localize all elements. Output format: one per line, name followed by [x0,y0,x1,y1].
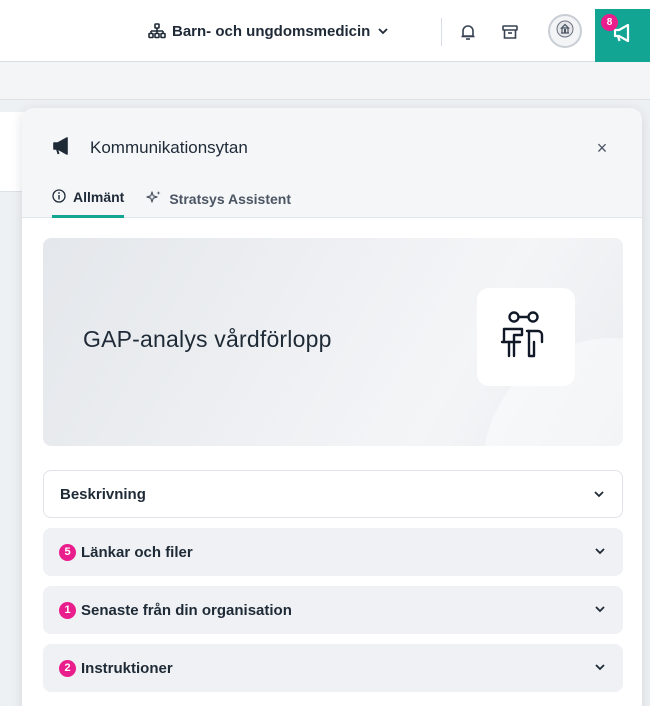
section-label: Beskrivning [60,485,146,503]
hero-icon-box [477,288,575,386]
archive-button[interactable] [500,22,520,42]
panel-header: Kommunikationsytan × Allmänt Stratsys As… [22,108,642,218]
presentation-icon [500,309,552,366]
section-instruktioner[interactable]: 2 Instruktioner [43,644,623,692]
chevron-down-icon [376,24,390,38]
section-beskrivning[interactable]: Beskrivning [43,470,623,518]
section-count-badge: 2 [59,659,76,677]
section-label: Senaste från din organisation [81,601,292,619]
org-tree-icon [148,23,166,39]
sub-toolbar [0,62,650,100]
chevron-down-icon [593,660,607,678]
org-selector-label: Barn- och ungdomsmedicin [172,22,371,40]
notifications-button[interactable] [458,22,478,42]
info-icon [52,188,66,206]
section-senaste-fran-din-organisation[interactable]: 1 Senaste från din organisation [43,586,623,634]
organization-logo-icon [555,19,575,44]
top-bar: Barn- och ungdomsmedicin 8 [0,0,650,62]
chevron-down-icon [593,602,607,620]
section-label: Länkar och filer [81,543,193,561]
notification-count-badge: 8 [601,14,618,31]
user-avatar[interactable] [548,14,582,48]
chevron-down-icon [593,544,607,562]
hero-banner: GAP-analys vårdförlopp [43,238,623,446]
panel-tabs: Allmänt Stratsys Assistent [52,188,291,218]
tab-stratsys-assistent[interactable]: Stratsys Assistent [146,188,291,218]
panel-title-row: Kommunikationsytan [52,134,248,162]
panel-title: Kommunikationsytan [90,138,248,157]
section-count-badge: 5 [59,543,76,561]
tab-allmant[interactable]: Allmänt [52,188,125,218]
megaphone-icon [52,136,74,161]
section-lankar-och-filer[interactable]: 5 Länkar och filer [43,528,623,576]
sparkle-icon [146,190,162,207]
tab-label: Allmänt [73,189,125,205]
section-label: Instruktioner [81,659,173,677]
close-icon: × [596,137,608,158]
hero-title: GAP-analys vårdförlopp [83,326,332,352]
org-selector[interactable]: Barn- och ungdomsmedicin [148,0,390,62]
bell-icon [458,25,478,46]
topbar-divider [441,18,442,46]
section-count-badge: 1 [59,601,76,619]
chevron-down-icon [592,487,606,505]
communication-panel: Kommunikationsytan × Allmänt Stratsys As… [22,108,642,706]
tab-label: Stratsys Assistent [169,190,291,207]
archive-icon [500,25,520,46]
close-button[interactable]: × [590,136,614,160]
